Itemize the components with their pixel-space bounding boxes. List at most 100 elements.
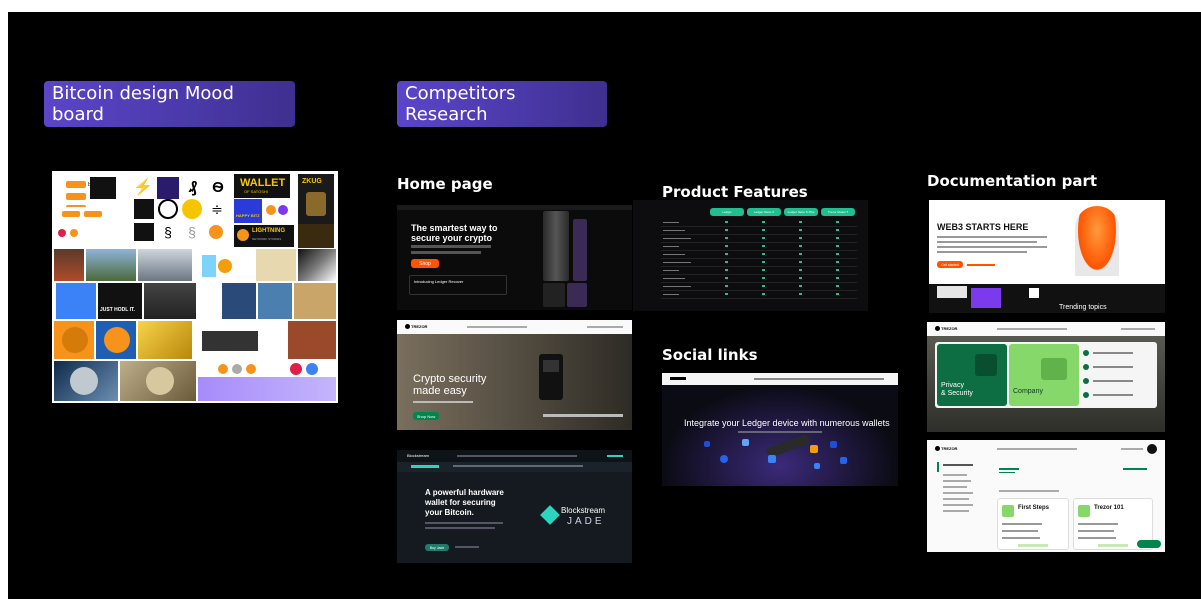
feature-row-label bbox=[663, 238, 691, 239]
ledger-recover-banner[interactable]: Introducing Ledger Recover bbox=[409, 275, 507, 295]
characters-tile bbox=[198, 321, 262, 359]
trezor-home-screenshot[interactable]: TREZOR Crypto security made easy Shop No… bbox=[397, 320, 632, 430]
feature-check-mark bbox=[836, 293, 839, 295]
feature-row-label bbox=[663, 270, 679, 271]
feature-check-mark bbox=[762, 245, 765, 247]
jade-buy-label: Buy Jade bbox=[429, 545, 445, 550]
photo-tile-astronaut bbox=[138, 249, 192, 281]
feature-check-mark bbox=[799, 293, 802, 295]
table-col-1: Ledger bbox=[710, 208, 744, 216]
first-steps-card[interactable]: First Steps bbox=[997, 498, 1069, 550]
bronze-tile bbox=[298, 224, 334, 248]
web3-docs-screenshot[interactable]: WEB3 STARTS HERE Get started Trending to… bbox=[929, 200, 1165, 313]
trezor-docs-screenshot[interactable]: TREZOR Privacy & Security Company bbox=[927, 322, 1165, 432]
wallet-sub: OF SATOSHI bbox=[244, 189, 268, 194]
lightning-text: LIGHTNING bbox=[252, 228, 285, 234]
privacy-security-card[interactable]: Privacy & Security bbox=[937, 344, 1007, 406]
ledger-shop-button[interactable]: Shop bbox=[411, 259, 439, 268]
bitcoin-dark-tile bbox=[90, 177, 116, 199]
feature-check-mark bbox=[799, 269, 802, 271]
feature-check-mark bbox=[836, 269, 839, 271]
competitors-label-pill[interactable]: Competitors Research bbox=[397, 81, 607, 127]
feature-check-mark bbox=[762, 253, 765, 255]
feature-row-label bbox=[663, 262, 691, 263]
first-steps-heading: First Steps bbox=[1018, 505, 1050, 511]
hodl-tile: JUST HODL IT. bbox=[98, 283, 142, 319]
jade-headline-1: A powerful hardware bbox=[425, 488, 504, 497]
jade-brand-1: Blockstream bbox=[561, 506, 606, 515]
feature-check-mark bbox=[799, 277, 802, 279]
feature-check-mark bbox=[725, 277, 728, 279]
btc-coin-sand-tile bbox=[120, 361, 196, 401]
feature-row-divider bbox=[661, 250, 857, 251]
feature-row-label bbox=[663, 246, 679, 247]
feature-check-mark bbox=[836, 261, 839, 263]
feature-row-divider bbox=[661, 298, 857, 299]
help-button[interactable] bbox=[1137, 540, 1161, 548]
feature-check-mark bbox=[762, 261, 765, 263]
trezor-headline-1: Crypto security bbox=[413, 373, 487, 385]
equals-glyph-icon: ≑ bbox=[207, 199, 227, 219]
competitors-label: Competitors Research bbox=[405, 83, 516, 125]
product-features-screenshot[interactable]: Ledger Ledger Nano X Ledger Nano S Plus … bbox=[633, 200, 868, 311]
feature-check-mark bbox=[762, 229, 765, 231]
art-tile bbox=[256, 249, 296, 281]
gold-coin-icon bbox=[182, 199, 202, 219]
feature-check-mark bbox=[799, 221, 802, 223]
feature-check-mark bbox=[799, 253, 802, 255]
card1-line1: Privacy bbox=[941, 382, 964, 389]
moodboard-collage[interactable]: bitcoin ⚡ ₰ Ѳ WALLET OF SATOSHI ZKUG ≑ H… bbox=[52, 171, 338, 403]
trezor-shop-button[interactable]: Shop Now bbox=[413, 412, 439, 420]
section-glyph-icon: § bbox=[158, 223, 178, 241]
feature-check-mark bbox=[762, 285, 765, 287]
trezor-101-heading: Trezor 101 bbox=[1094, 505, 1124, 511]
ledger-tagline-2: secure your crypto bbox=[411, 233, 493, 243]
feature-check-mark bbox=[762, 277, 765, 279]
orange-btc-tile bbox=[207, 223, 229, 241]
sketch-person-tile bbox=[266, 323, 286, 353]
jade-brand-2: JADE bbox=[567, 516, 605, 527]
feature-check-mark bbox=[725, 261, 728, 263]
trezor-headline-2: made easy bbox=[413, 385, 467, 397]
happy-bitz-text: HAPPY BITZ bbox=[236, 213, 260, 218]
jade-home-screenshot[interactable]: Blockstream A powerful hardware wallet f… bbox=[397, 450, 632, 563]
ledger-tagline: The smartest way to bbox=[411, 223, 498, 233]
ocean-tile bbox=[258, 283, 292, 319]
product-features-heading: Product Features bbox=[662, 183, 808, 201]
figure-tile bbox=[200, 283, 220, 319]
web3-portal-image bbox=[1075, 206, 1119, 276]
feature-check-mark bbox=[836, 277, 839, 279]
feature-check-mark bbox=[799, 285, 802, 287]
feature-row-divider bbox=[661, 234, 857, 235]
company-card[interactable]: Company bbox=[1009, 344, 1079, 406]
feature-row-label bbox=[663, 222, 679, 223]
bitcoin-badges-row bbox=[62, 207, 124, 223]
feature-check-mark bbox=[725, 269, 728, 271]
feature-check-mark bbox=[725, 229, 728, 231]
avatar[interactable] bbox=[1147, 444, 1157, 454]
ledger-recover-text: Introducing Ledger Recover bbox=[414, 279, 464, 284]
feature-row-label bbox=[663, 230, 685, 231]
ledger-home-screenshot[interactable]: The smartest way to secure your crypto S… bbox=[397, 205, 632, 310]
web3-cta-button[interactable]: Get started bbox=[937, 261, 963, 268]
table-col-4: Trezor Model T bbox=[821, 208, 855, 216]
jade-buy-button[interactable]: Buy Jade bbox=[425, 544, 449, 551]
moodboard-label: Bitcoin design Mood board bbox=[52, 83, 234, 125]
feature-row-divider bbox=[661, 266, 857, 267]
feature-row-divider bbox=[661, 258, 857, 259]
social-links-screenshot[interactable]: Integrate your Ledger device with numero… bbox=[662, 373, 898, 486]
feature-check-mark bbox=[836, 245, 839, 247]
trezor-suite-logo: TREZOR bbox=[941, 446, 958, 451]
feature-row-label bbox=[663, 286, 691, 287]
feature-check-mark bbox=[725, 237, 728, 239]
hodl-text: JUST HODL IT. bbox=[100, 307, 135, 313]
feature-check-mark bbox=[836, 229, 839, 231]
trezor-suite-screenshot[interactable]: TREZOR First Steps Trezor 101 bbox=[927, 440, 1165, 552]
photo-tile-2 bbox=[144, 283, 196, 319]
wallet-of-satoshi-tile: WALLET OF SATOSHI bbox=[234, 174, 290, 198]
feature-check-mark bbox=[799, 261, 802, 263]
hearts-row bbox=[56, 223, 128, 249]
moodboard-label-pill[interactable]: Bitcoin design Mood board bbox=[44, 81, 295, 127]
web3-headline: WEB3 STARTS HERE bbox=[937, 222, 1029, 232]
zk-badge-tile: ZKUG bbox=[298, 174, 334, 224]
